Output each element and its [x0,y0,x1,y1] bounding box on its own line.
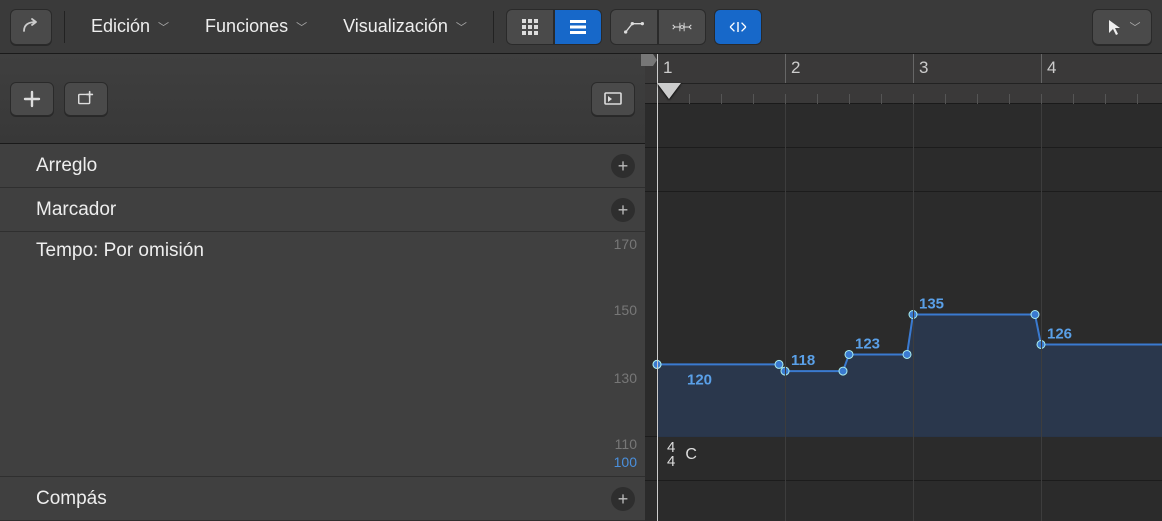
tempo-node[interactable] [775,360,783,368]
chevron-down-icon: ﹀ [1130,19,1141,35]
lane-signature[interactable]: 4 4 C [645,437,1162,481]
key-signature: C [685,446,697,464]
tempo-node[interactable] [1031,311,1039,319]
sidebar-subtoolbar [0,54,645,144]
tempo-value-label: 126 [1047,325,1072,342]
plus-icon: + [618,200,629,221]
tempo-scale: 170 150 130 110 100 [597,232,637,476]
editor-area: Arreglo + Marcador + Tempo: Por omisión … [0,54,1162,521]
tempo-node[interactable] [845,350,853,358]
tempo-node[interactable] [903,350,911,358]
ruler-bar-number: 4 [1047,58,1056,78]
playhead-handle[interactable] [657,83,681,99]
marquee-group [714,9,762,45]
track-row-signature[interactable]: Compás + [0,477,645,521]
list-view-button[interactable] [554,9,602,45]
plus-icon: + [618,156,629,177]
tempo-node[interactable] [839,367,847,375]
track-row-marker[interactable]: Marcador + [0,188,645,232]
grid-icon [520,17,540,37]
track-label: Compás [36,488,107,510]
playhead[interactable] [657,54,658,521]
functions-menu[interactable]: Funciones﹀ [191,9,321,45]
tempo-current-value: 100 [614,454,637,470]
lane-tempo[interactable]: 120 118 123 135 126 [645,192,1162,437]
track-label: Tempo: Por omisión [36,240,204,262]
curve-icon [624,17,644,37]
ruler-bar-number: 2 [791,58,800,78]
marquee-icon [728,17,748,37]
lane-marker[interactable] [645,148,1162,192]
back-button[interactable] [10,9,52,45]
automation-curve-button[interactable] [610,9,658,45]
track-label: Marcador [36,199,116,221]
view-mode-group [506,9,602,45]
automation-group [610,9,706,45]
chevron-down-icon: ﹀ [296,19,307,35]
add-marker-button[interactable]: + [611,198,635,222]
plus-icon: + [618,489,629,510]
chevron-down-icon: ﹀ [456,19,467,35]
catch-playhead-button[interactable] [591,82,635,116]
edit-menu[interactable]: Edición﹀ [77,9,183,45]
view-menu[interactable]: Visualización﹀ [329,9,481,45]
pointer-icon [1104,17,1124,37]
duplicate-icon [76,89,96,109]
tempo-value-label: 123 [855,335,880,352]
chevron-down-icon: ﹀ [158,19,169,35]
tempo-value-label: 120 [687,371,712,388]
screen-icon [603,89,623,109]
track-label: Arreglo [36,155,97,177]
tempo-value-label: 118 [791,352,815,369]
flex-button[interactable] [658,9,706,45]
add-arrangement-button[interactable]: + [611,154,635,178]
time-signature: 4 4 [667,441,675,470]
plus-icon [22,89,42,109]
tempo-value-label: 135 [919,296,944,313]
track-row-arrangement[interactable]: Arreglo + [0,144,645,188]
grid-view-button[interactable] [506,9,554,45]
ruler-bar-number: 1 [663,58,672,78]
pointer-tool-button[interactable]: ﹀ [1092,9,1152,45]
duplicate-track-button[interactable] [64,82,108,116]
tempo-curve[interactable]: 120 118 123 135 126 [645,192,1162,436]
add-track-button[interactable] [10,82,54,116]
main-toolbar: Edición﹀ Funciones﹀ Visualización﹀ [0,0,1162,54]
track-header-sidebar: Arreglo + Marcador + Tempo: Por omisión … [0,54,645,521]
ruler[interactable]: 1 2 3 4 [645,54,1162,104]
flex-icon [672,17,692,37]
marquee-button[interactable] [714,9,762,45]
ruler-bar-number: 3 [919,58,928,78]
timeline[interactable]: 1234 120118123135126 4 4 C [645,54,1162,521]
lane-arrangement[interactable] [645,104,1162,148]
track-row-tempo[interactable]: Tempo: Por omisión 170 150 130 110 100 [0,232,645,477]
add-signature-button[interactable]: + [611,487,635,511]
curve-back-icon [21,17,41,37]
list-icon [568,17,588,37]
